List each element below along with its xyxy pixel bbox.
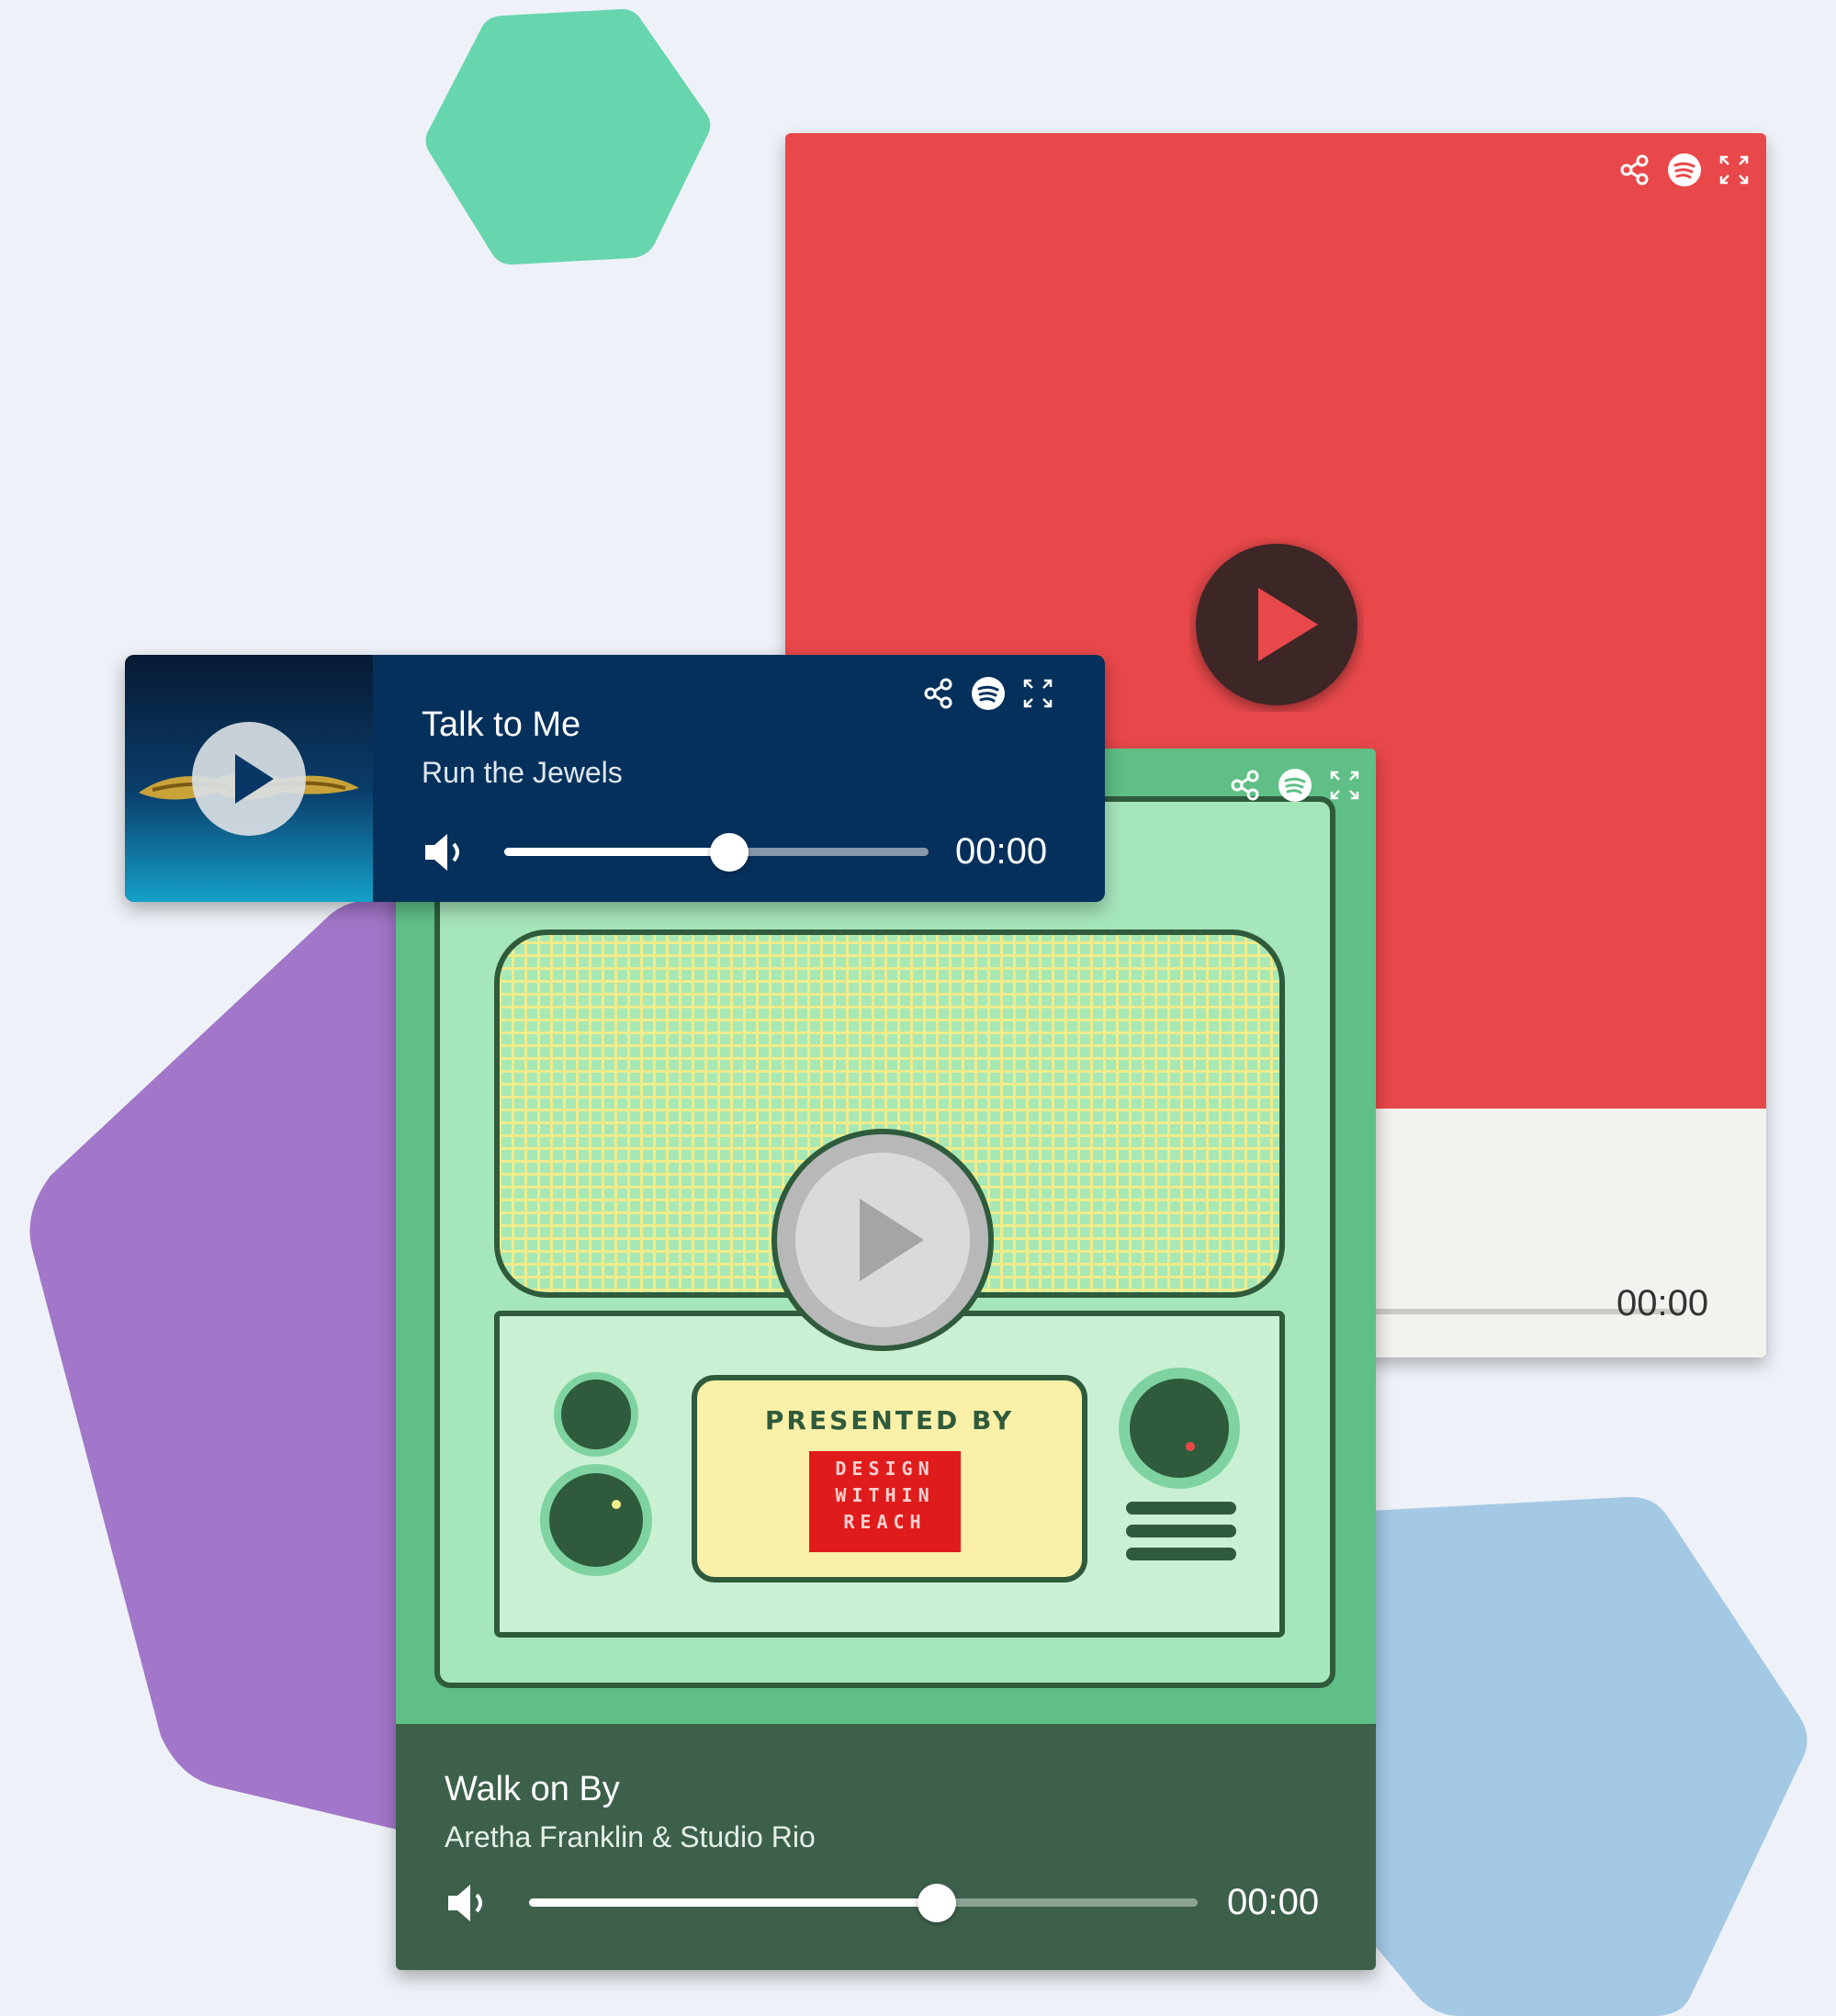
volume-icon[interactable] bbox=[445, 1880, 495, 1926]
dark-player-card: Talk to Me Run the Jewels 00:00 bbox=[125, 655, 1105, 902]
logo-line-2: WITHIN bbox=[835, 1484, 935, 1506]
dark-play-button[interactable] bbox=[189, 719, 309, 839]
green-track-artist: Aretha Franklin & Studio Rio bbox=[445, 1820, 816, 1853]
green-controls-bar: Walk on By Aretha Franklin & Studio Rio … bbox=[396, 1724, 1376, 1970]
presented-by-label: PRESENTED BY bbox=[764, 1405, 1015, 1436]
spotify-icon[interactable] bbox=[970, 675, 1007, 712]
share-icon[interactable] bbox=[1227, 767, 1264, 804]
logo-line-1: DESIGN bbox=[835, 1458, 935, 1480]
expand-icon[interactable] bbox=[1716, 152, 1752, 188]
green-time-label: 00:00 bbox=[1227, 1882, 1320, 1922]
green-player-card: PRESENTED BY DESIGN WITHIN REACH Walk on… bbox=[396, 749, 1376, 1970]
dark-track-artist: Run the Jewels bbox=[422, 756, 623, 789]
red-card-toolbar bbox=[1616, 152, 1752, 188]
page: { "colors": { "background": "#eef2f8", "… bbox=[0, 0, 1836, 2016]
expand-icon[interactable] bbox=[1019, 675, 1056, 712]
dark-time-label: 00:00 bbox=[955, 831, 1048, 872]
green-volume-knob[interactable] bbox=[918, 1884, 957, 1922]
spotify-icon[interactable] bbox=[1666, 152, 1703, 188]
green-hexagon-shape bbox=[425, 8, 711, 265]
red-play-button[interactable] bbox=[1189, 537, 1364, 712]
dark-card-toolbar bbox=[920, 675, 1056, 712]
dark-volume-fill bbox=[504, 848, 729, 856]
green-card-toolbar bbox=[1227, 767, 1363, 804]
green-volume-slider[interactable] bbox=[529, 1898, 1198, 1907]
sponsor-logo-text: DESIGN WITHIN REACH bbox=[809, 1456, 961, 1536]
green-play-button[interactable] bbox=[768, 1125, 997, 1355]
expand-icon[interactable] bbox=[1326, 767, 1363, 804]
purple-hexagon-shape bbox=[29, 900, 427, 1837]
green-volume-fill bbox=[529, 1898, 938, 1907]
spotify-icon[interactable] bbox=[1277, 767, 1313, 804]
dark-album-art bbox=[125, 655, 373, 902]
blue-hexagon-shape bbox=[1369, 1497, 1808, 2016]
volume-icon[interactable] bbox=[422, 829, 472, 875]
logo-line-3: REACH bbox=[843, 1511, 927, 1533]
dark-track-title: Talk to Me bbox=[422, 705, 581, 744]
green-track-title: Walk on By bbox=[445, 1770, 620, 1808]
share-icon[interactable] bbox=[1616, 152, 1653, 188]
dark-volume-knob[interactable] bbox=[709, 833, 749, 872]
red-time-label: 00:00 bbox=[1616, 1283, 1709, 1323]
share-icon[interactable] bbox=[920, 675, 957, 712]
